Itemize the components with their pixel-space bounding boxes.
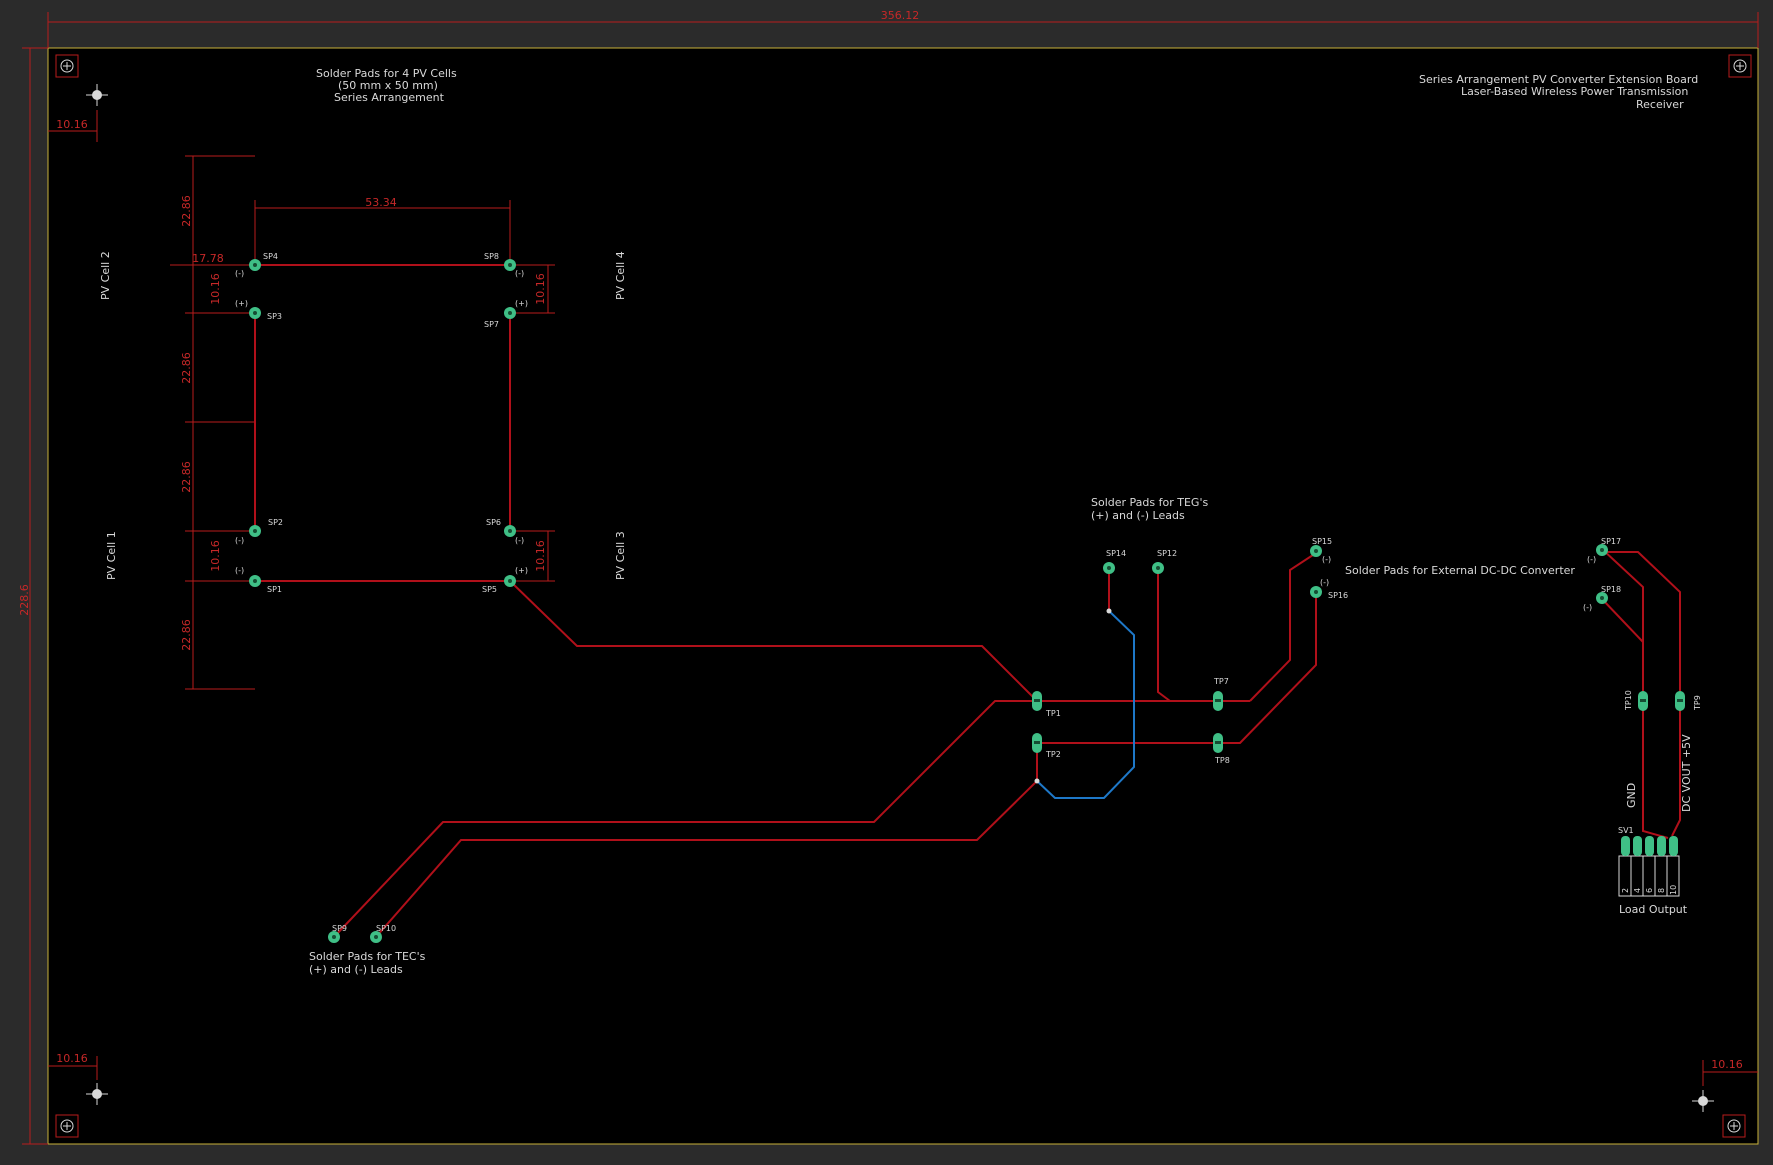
svg-text:SP5: SP5 [482, 585, 497, 594]
svg-text:53.34: 53.34 [365, 196, 397, 209]
svg-text:22.86: 22.86 [180, 461, 193, 493]
svg-text:SP2: SP2 [268, 518, 283, 527]
svg-text:10.16: 10.16 [209, 273, 222, 305]
svg-text:(-): (-) [515, 536, 524, 545]
tec-label-2: (+) and (-) Leads [309, 963, 403, 976]
svg-text:10.16: 10.16 [56, 118, 88, 131]
width-dimension: 356.12 [47, 9, 1759, 48]
tec-label-1: Solder Pads for TEC's [309, 950, 426, 963]
teg-label-1: Solder Pads for TEG's [1091, 496, 1208, 509]
pcb-editor-canvas[interactable]: 356.12 228.6 10.16 10.16 10.16 Series Ar… [0, 0, 1773, 1161]
svg-text:10.16: 10.16 [1711, 1058, 1743, 1071]
svg-text:22.86: 22.86 [180, 195, 193, 227]
svg-text:SP8: SP8 [484, 252, 499, 261]
pv-cell-3-label: PV Cell 3 [614, 531, 627, 580]
svg-text:10.16: 10.16 [56, 1052, 88, 1065]
svg-text:SP17: SP17 [1601, 537, 1621, 546]
svg-text:(+): (+) [515, 566, 528, 575]
svg-text:22.86: 22.86 [180, 352, 193, 384]
svg-text:SP7: SP7 [484, 320, 499, 329]
svg-text:TP2: TP2 [1045, 750, 1061, 759]
pv-cell-4-label: PV Cell 4 [614, 251, 627, 300]
svg-text:10.16: 10.16 [209, 540, 222, 572]
svg-text:SP10: SP10 [376, 924, 396, 933]
svg-text:(-): (-) [1587, 555, 1596, 564]
svg-text:SP9: SP9 [332, 924, 347, 933]
svg-text:SP18: SP18 [1601, 585, 1621, 594]
board-outline [47, 47, 1759, 1145]
pv-title-3: Series Arrangement [334, 91, 445, 104]
svg-text:(-): (-) [1322, 555, 1331, 564]
svg-text:4: 4 [1633, 888, 1642, 893]
svg-text:6: 6 [1645, 888, 1654, 893]
svg-text:(-): (-) [235, 566, 244, 575]
svg-text:TP10: TP10 [1624, 690, 1633, 711]
svg-text:SP4: SP4 [263, 252, 278, 261]
height-dimension: 228.6 [18, 47, 48, 1145]
svg-text:TP9: TP9 [1693, 695, 1702, 711]
svg-text:10: 10 [1669, 885, 1678, 895]
svg-text:(-): (-) [235, 269, 244, 278]
svg-text:TP8: TP8 [1214, 756, 1230, 765]
svg-text:SP16: SP16 [1328, 591, 1348, 600]
svg-text:SP14: SP14 [1106, 549, 1126, 558]
title-line-3: Receiver [1636, 98, 1684, 111]
teg-label-2: (+) and (-) Leads [1091, 509, 1185, 522]
svg-text:SP1: SP1 [267, 585, 282, 594]
height-dim-label: 228.6 [18, 584, 31, 616]
svg-text:(-): (-) [235, 536, 244, 545]
svg-text:10.16: 10.16 [534, 273, 547, 305]
gnd-label: GND [1625, 783, 1638, 808]
svg-text:(+): (+) [515, 299, 528, 308]
svg-text:22.86: 22.86 [180, 619, 193, 651]
pcb-layout[interactable]: 356.12 228.6 10.16 10.16 10.16 Series Ar… [0, 0, 1773, 1161]
svg-text:SV1: SV1 [1618, 826, 1634, 835]
svg-text:SP15: SP15 [1312, 537, 1332, 546]
load-output-label: Load Output [1619, 903, 1688, 916]
svg-text:2: 2 [1621, 888, 1630, 893]
dcdc-label: Solder Pads for External DC-DC Converter [1345, 564, 1575, 577]
width-dim-label: 356.12 [881, 9, 920, 22]
svg-text:SP6: SP6 [486, 518, 501, 527]
svg-text:(-): (-) [1583, 603, 1592, 612]
svg-text:SP3: SP3 [267, 312, 282, 321]
svg-text:(+): (+) [235, 299, 248, 308]
svg-text:8: 8 [1657, 888, 1666, 893]
svg-text:TP7: TP7 [1213, 677, 1229, 686]
svg-text:(-): (-) [515, 269, 524, 278]
title-line-2: Laser-Based Wireless Power Transmission [1461, 85, 1688, 98]
vout-label: DC VOUT +5V [1680, 734, 1693, 812]
svg-text:(-): (-) [1320, 578, 1329, 587]
svg-text:TP1: TP1 [1045, 709, 1061, 718]
pv-cell-1-label: PV Cell 1 [105, 531, 118, 580]
svg-text:17.78: 17.78 [192, 252, 224, 265]
pv-cell-2-label: PV Cell 2 [99, 251, 112, 300]
svg-text:SP12: SP12 [1157, 549, 1177, 558]
svg-text:10.16: 10.16 [534, 540, 547, 572]
